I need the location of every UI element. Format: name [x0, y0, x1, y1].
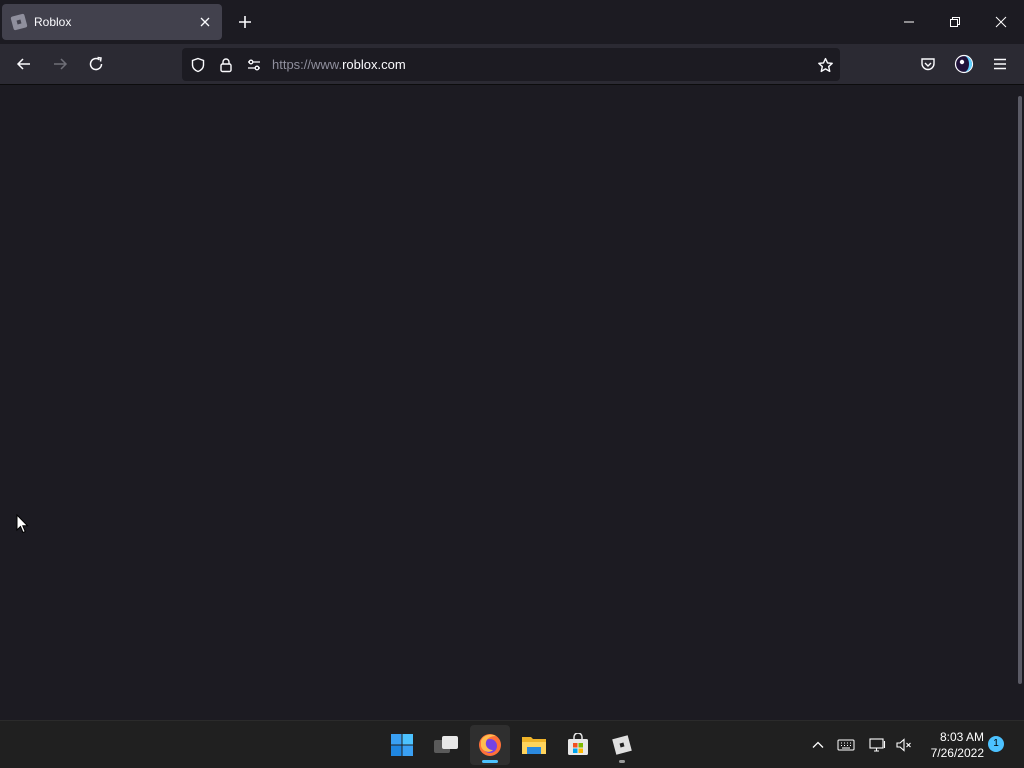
clock-date: 7/26/2022: [930, 746, 984, 760]
active-app-indicator: [482, 760, 498, 763]
arrow-right-icon: [52, 56, 68, 72]
chevron-up-icon[interactable]: [808, 735, 828, 755]
page-content[interactable]: [0, 86, 1024, 716]
pocket-button[interactable]: [914, 50, 942, 78]
clock[interactable]: 8:03 AM 7/26/2022: [918, 729, 984, 761]
plus-icon: [238, 15, 252, 29]
task-view-icon: [433, 734, 459, 756]
roblox-icon: [610, 733, 634, 757]
back-button[interactable]: [10, 50, 38, 78]
arrow-left-icon: [16, 56, 32, 72]
close-icon: [995, 16, 1007, 28]
tab-roblox[interactable]: Roblox: [2, 4, 222, 40]
url-prefix: https://www.: [272, 57, 343, 72]
tab-strip: Roblox: [0, 0, 1024, 44]
task-view-button[interactable]: [426, 725, 466, 765]
new-tab-button[interactable]: [233, 10, 257, 34]
account-button[interactable]: [950, 50, 978, 78]
minimize-icon: [903, 16, 915, 28]
close-tab-icon[interactable]: [196, 13, 214, 31]
close-window-button[interactable]: [978, 0, 1024, 44]
roblox-taskbar-button[interactable]: [602, 725, 642, 765]
mouse-cursor-icon: [16, 514, 29, 534]
tab-title: Roblox: [34, 15, 72, 29]
start-icon: [390, 733, 414, 757]
file-explorer-icon: [521, 734, 547, 756]
url-text[interactable]: https://www.roblox.com: [272, 57, 406, 72]
clock-time: 8:03 AM: [939, 730, 984, 744]
forward-button[interactable]: [46, 50, 74, 78]
store-icon: [566, 733, 590, 757]
network-icon[interactable]: [868, 735, 888, 755]
file-explorer-button[interactable]: [514, 725, 554, 765]
volume-muted-icon[interactable]: [894, 735, 914, 755]
shield-icon[interactable]: [189, 56, 207, 74]
restore-button[interactable]: [932, 0, 978, 44]
account-icon: [954, 54, 974, 74]
minimize-button[interactable]: [886, 0, 932, 44]
start-button[interactable]: [382, 725, 422, 765]
notification-badge[interactable]: 1: [988, 736, 1004, 752]
url-host: roblox.com: [342, 57, 406, 72]
star-icon[interactable]: [816, 56, 834, 74]
firefox-icon: [477, 732, 503, 758]
pocket-icon: [920, 56, 936, 72]
taskbar: 8:03 AM 7/26/2022: [0, 720, 1024, 768]
running-app-indicator: [619, 760, 625, 763]
permissions-icon[interactable]: [245, 56, 263, 74]
navigation-toolbar: https://www.roblox.com: [0, 44, 1024, 85]
restore-icon: [949, 16, 961, 28]
desktop-screen: Roblox https://www.roblox.com 8:03 AM 7/…: [0, 0, 1024, 768]
keyboard-icon[interactable]: [836, 735, 856, 755]
app-menu-button[interactable]: [986, 50, 1014, 78]
roblox-logo-icon: [10, 13, 28, 31]
url-bar[interactable]: https://www.roblox.com: [182, 48, 840, 81]
firefox-taskbar-button[interactable]: [470, 725, 510, 765]
reload-button[interactable]: [82, 50, 110, 78]
reload-icon: [88, 56, 104, 72]
store-button[interactable]: [558, 725, 598, 765]
menu-icon: [992, 56, 1008, 72]
page-scrollbar[interactable]: [1018, 96, 1022, 684]
lock-icon[interactable]: [217, 56, 235, 74]
